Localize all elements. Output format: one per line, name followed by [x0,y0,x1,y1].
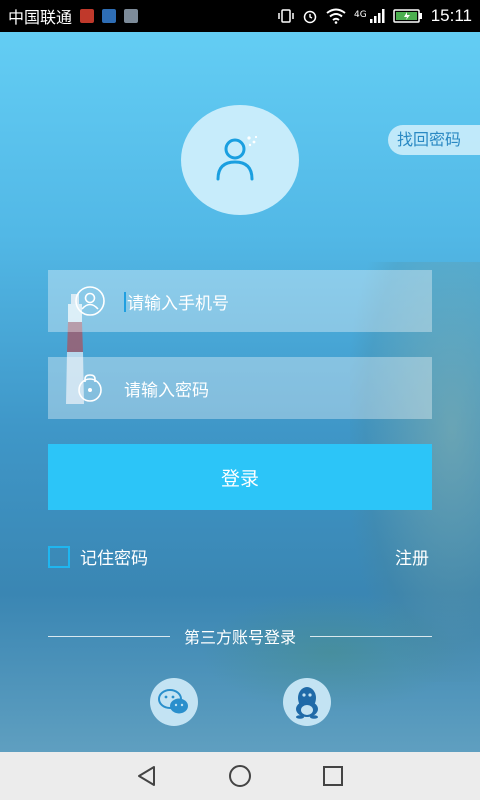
user-icon [216,135,258,181]
recent-apps-icon [323,766,344,786]
notification-chart-icon [102,9,117,23]
wechat-icon [158,689,188,714]
login-button[interactable]: 登录 [48,444,432,510]
wechat-login-button[interactable] [150,678,198,726]
register-link[interactable]: 注册 [395,544,429,569]
text-cursor [124,291,126,312]
status-clock: 15:11 [430,6,472,25]
back-button[interactable] [133,762,161,790]
login-screen: 找回密码 请输入手机号 请输入密码 登录 记住密码 注册 第三方账号登录 [0,32,480,752]
password-input-placeholder: 请输入密码 [124,380,209,401]
home-button[interactable] [226,762,254,790]
back-icon [137,766,155,786]
carrier-name: 中国联通 [8,8,73,27]
notification-app-icon [80,9,95,23]
phone-field[interactable]: 请输入手机号 [48,270,432,332]
password-field[interactable]: 请输入密码 [48,357,432,419]
notification-image-icon [124,9,139,23]
forgot-password-link[interactable]: 找回密码 [388,125,480,155]
lock-icon [78,374,102,402]
battery-icon [392,9,422,23]
qq-icon [296,687,318,719]
home-icon [228,765,251,787]
remember-password-label: 记住密码 [80,549,148,569]
phone-input-placeholder: 请输入手机号 [127,293,229,314]
remember-password-checkbox[interactable] [48,545,70,568]
status-bar: 中国联通 4G 15:11 [0,0,480,32]
network-type: 4G [354,10,367,20]
qq-login-button[interactable] [283,678,331,726]
avatar [181,105,299,215]
background-grass [200,592,460,712]
divider-line-left [48,635,170,637]
signal-icon [369,9,385,23]
remember-password[interactable]: 记住密码 [48,544,148,569]
third-party-login-label: 第三方账号登录 [184,628,297,647]
navigation-bar [0,752,480,800]
alarm-icon [303,10,317,24]
user-circle-icon [75,286,105,316]
vibrate-icon [278,9,294,23]
third-party-login-divider: 第三方账号登录 [48,624,433,648]
recent-apps-button[interactable] [319,762,347,790]
status-indicators: 4G 15:11 [278,6,472,26]
divider-line-right [310,635,433,637]
wifi-icon [326,8,346,24]
